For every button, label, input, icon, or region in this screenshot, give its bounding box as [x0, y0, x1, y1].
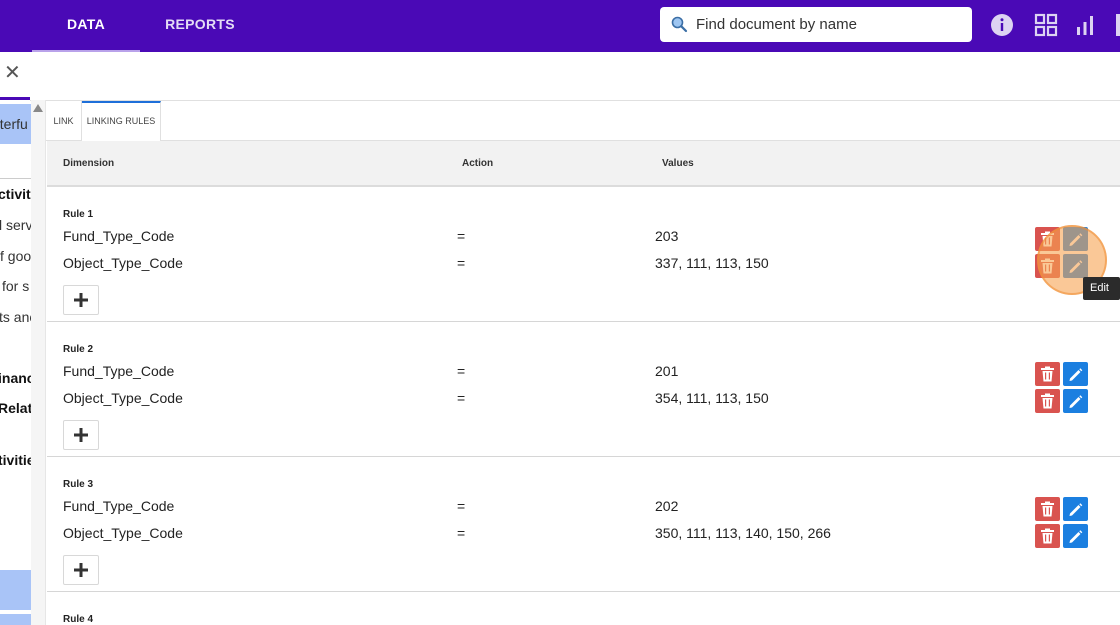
- sidebar-item[interactable]: inanc: [0, 370, 31, 386]
- rule-label: Rule 2: [63, 344, 94, 355]
- add-row-button[interactable]: [63, 555, 99, 585]
- plus-icon: [74, 428, 88, 442]
- tab-linking-rules[interactable]: LINKING RULES: [82, 101, 161, 142]
- search-box: [660, 7, 972, 42]
- rule-label: Rule 3: [63, 479, 94, 490]
- action-cell: =: [457, 498, 466, 514]
- action-cell: =: [457, 255, 466, 271]
- dimension-cell: Object_Type_Code: [63, 255, 183, 271]
- values-cell: 203: [655, 228, 679, 244]
- column-header-action: Action: [462, 158, 494, 169]
- search-input[interactable]: [696, 7, 966, 42]
- nav-tab-data[interactable]: DATA: [32, 0, 140, 52]
- nav-tab-reports[interactable]: REPORTS: [150, 0, 250, 50]
- pencil-icon: [1069, 368, 1083, 381]
- rule-block: Rule 1 Fund_Type_Code = 203 Object_Type_…: [47, 187, 1120, 322]
- rule-label: Rule 4: [63, 614, 94, 625]
- scroll-up-arrow-icon[interactable]: [33, 104, 43, 112]
- delete-button[interactable]: [1035, 524, 1060, 548]
- close-icon[interactable]: ✕: [4, 63, 21, 83]
- dimension-cell: Fund_Type_Code: [63, 228, 175, 244]
- trash-icon: [1041, 366, 1054, 382]
- search-icon: [671, 16, 688, 33]
- rule-label: Rule 1: [63, 209, 94, 220]
- tab-link[interactable]: LINK: [46, 101, 82, 141]
- column-header-values: Values: [662, 158, 694, 169]
- dimension-cell: Object_Type_Code: [63, 390, 183, 406]
- sidebar-divider: [0, 178, 31, 179]
- plus-icon: [74, 563, 88, 577]
- overflow-icon[interactable]: [1116, 14, 1120, 36]
- sidebar-item[interactable]: for s: [2, 278, 29, 294]
- edit-tooltip: Edit: [1083, 277, 1120, 300]
- dimension-cell: Fund_Type_Code: [63, 363, 175, 379]
- action-cell: =: [457, 525, 466, 541]
- action-cell: =: [457, 390, 466, 406]
- delete-button[interactable]: [1035, 389, 1060, 413]
- values-cell: 201: [655, 363, 679, 379]
- delete-button[interactable]: [1035, 497, 1060, 521]
- edit-button[interactable]: [1063, 497, 1088, 521]
- bar-chart-icon[interactable]: [1073, 13, 1097, 37]
- add-row-button[interactable]: [63, 420, 99, 450]
- rule-block: Rule 4: [47, 592, 1120, 625]
- sidebar-highlight-row[interactable]: [0, 570, 31, 610]
- table-header: Dimension Action Values: [47, 141, 1120, 187]
- sidebar-item[interactable]: tivitie: [0, 452, 31, 468]
- sidebar-item[interactable]: f goo: [0, 248, 31, 264]
- edit-button[interactable]: [1063, 389, 1088, 413]
- values-cell: 354, 111, 113, 150: [655, 390, 769, 406]
- dimension-cell: Object_Type_Code: [63, 525, 183, 541]
- edit-button[interactable]: [1063, 362, 1088, 386]
- sidebar-item[interactable]: ts anc: [0, 309, 31, 325]
- trash-icon: [1041, 528, 1054, 544]
- edit-button[interactable]: [1063, 524, 1088, 548]
- pencil-icon: [1069, 530, 1083, 543]
- info-icon[interactable]: [990, 13, 1014, 37]
- action-cell: =: [457, 228, 466, 244]
- sidebar-item[interactable]: l serv: [0, 217, 31, 233]
- sidebar-list: nterfu ctiviti l serv f goo for s ts anc…: [0, 100, 31, 625]
- sidebar-item[interactable]: nterfu: [0, 116, 28, 132]
- delete-button[interactable]: [1035, 362, 1060, 386]
- action-cell: =: [457, 363, 466, 379]
- sidebar-item[interactable]: Relate: [0, 400, 31, 416]
- pencil-icon: [1069, 503, 1083, 516]
- top-app-bar: DATA REPORTS: [0, 0, 1120, 52]
- plus-icon: [74, 293, 88, 307]
- pencil-icon: [1069, 395, 1083, 408]
- trash-icon: [1041, 501, 1054, 517]
- dimension-cell: Fund_Type_Code: [63, 498, 175, 514]
- values-cell: 202: [655, 498, 679, 514]
- rule-block: Rule 3 Fund_Type_Code = 202 Object_Type_…: [47, 457, 1120, 592]
- column-header-dimension: Dimension: [63, 158, 115, 169]
- sidebar-scrollbar[interactable]: [31, 100, 46, 625]
- sub-tab-bar: LINK LINKING RULES: [46, 101, 1120, 142]
- add-row-button[interactable]: [63, 285, 99, 315]
- grid-apps-icon[interactable]: [1034, 13, 1058, 37]
- trash-icon: [1041, 393, 1054, 409]
- values-cell: 350, 111, 113, 140, 150, 266: [655, 525, 831, 541]
- rule-block: Rule 2 Fund_Type_Code = 201 Object_Type_…: [47, 322, 1120, 457]
- values-cell: 337, 111, 113, 150: [655, 255, 769, 271]
- sidebar-highlight-row[interactable]: [0, 614, 31, 625]
- sidebar-item[interactable]: ctiviti: [0, 186, 31, 202]
